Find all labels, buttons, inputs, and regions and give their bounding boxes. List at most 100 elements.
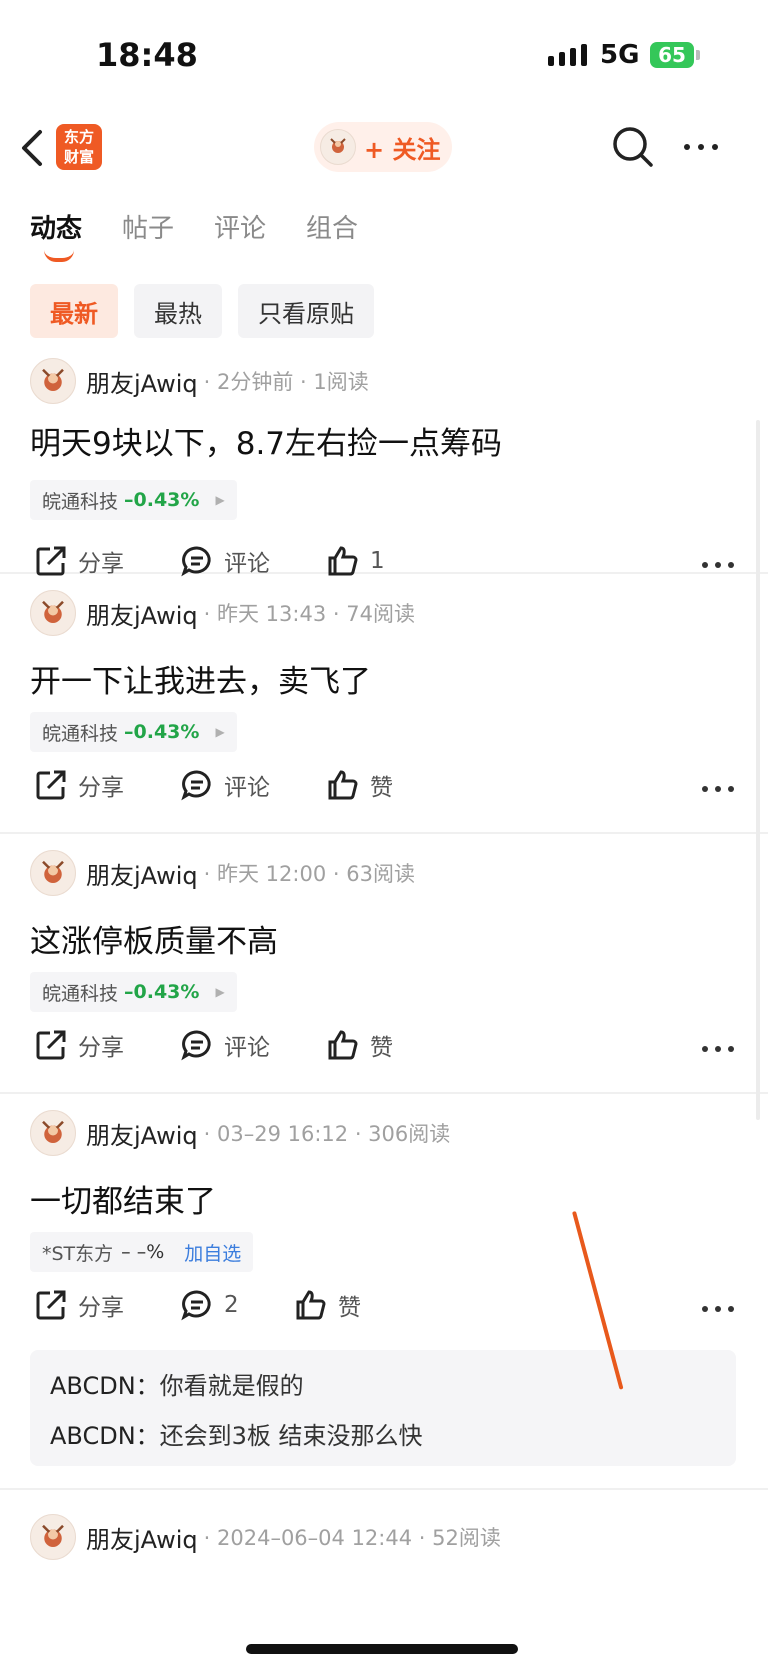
share-icon bbox=[36, 1030, 66, 1060]
author-name[interactable]: 朋友jAwiq bbox=[86, 596, 198, 631]
like-button[interactable]: 赞 bbox=[326, 1028, 393, 1062]
home-indicator[interactable] bbox=[246, 1644, 518, 1654]
share-icon bbox=[36, 546, 66, 576]
tab-label: 动态 bbox=[30, 214, 83, 244]
share-button[interactable]: 分享 bbox=[34, 768, 124, 802]
post-meta: · 昨天 13:43 · 74阅读 bbox=[203, 602, 415, 626]
top-nav: 东方 财富 + 关注 bbox=[0, 110, 768, 190]
post-item[interactable]: 朋友jAwiq · 昨天 12:00 · 63阅读 这涨停板质量不高 皖通科技 … bbox=[0, 834, 768, 1094]
tab-bar: 动态 帖子 评论 组合 bbox=[30, 208, 358, 262]
add-watchlist-button[interactable]: 加自选 bbox=[184, 1239, 241, 1266]
tab-portfolio[interactable]: 组合 bbox=[306, 208, 358, 245]
tab-posts[interactable]: 帖子 bbox=[122, 208, 174, 245]
filter-original-only[interactable]: 只看原贴 bbox=[238, 284, 374, 338]
reply-item[interactable]: ABCDN：你看就是假的 bbox=[50, 1366, 304, 1401]
post-text[interactable]: 这涨停板质量不高 bbox=[30, 916, 278, 961]
share-button[interactable]: 分享 bbox=[34, 1288, 124, 1322]
share-icon bbox=[36, 1290, 66, 1320]
more-icon[interactable] bbox=[702, 786, 734, 792]
reply-user: ABCDN： bbox=[50, 1372, 160, 1400]
share-label: 分享 bbox=[78, 1035, 124, 1061]
post-item[interactable]: 朋友jAwiq · 2分钟前 · 1阅读 明天9块以下，8.7左右捡一点筹码 皖… bbox=[0, 352, 768, 577]
avatar bbox=[320, 129, 356, 165]
like-label: 赞 bbox=[370, 775, 393, 801]
stock-change: – –% bbox=[121, 1241, 165, 1263]
stock-tag[interactable]: 皖通科技 –0.43% ▶ bbox=[30, 972, 237, 1012]
filter-bar: 最新 最热 只看原贴 bbox=[30, 284, 374, 338]
status-time: 18:48 bbox=[96, 36, 198, 74]
tab-dynamic[interactable]: 动态 bbox=[30, 208, 83, 262]
like-button[interactable]: 赞 bbox=[326, 768, 393, 802]
thumbs-up-icon bbox=[328, 1030, 358, 1060]
thumbs-up-icon bbox=[328, 546, 358, 576]
share-button[interactable]: 分享 bbox=[34, 544, 124, 578]
like-label: 赞 bbox=[338, 1295, 361, 1321]
reply-item[interactable]: ABCDN：还会到3板 结束没那么快 bbox=[50, 1416, 423, 1451]
post-actions: 分享 2 赞 bbox=[34, 1288, 734, 1332]
more-icon[interactable] bbox=[684, 144, 718, 150]
reply-preview[interactable]: ABCDN：你看就是假的 ABCDN：还会到3板 结束没那么快 bbox=[30, 1350, 736, 1466]
follow-button[interactable]: + 关注 bbox=[314, 122, 452, 172]
post-text[interactable]: 开一下让我进去，卖飞了 bbox=[30, 656, 371, 701]
filter-latest[interactable]: 最新 bbox=[30, 284, 118, 338]
avatar[interactable] bbox=[30, 358, 76, 404]
like-label: 赞 bbox=[370, 1035, 393, 1061]
app-logo[interactable]: 东方 财富 bbox=[56, 124, 102, 170]
post-meta: · 2分钟前 · 1阅读 bbox=[203, 370, 369, 394]
comment-button[interactable]: 评论 bbox=[180, 544, 270, 578]
post-actions: 分享 评论 赞 bbox=[34, 768, 734, 812]
post-header: 朋友jAwiq · 昨天 12:00 · 63阅读 bbox=[30, 850, 415, 896]
like-button[interactable]: 1 bbox=[326, 544, 385, 578]
comment-icon bbox=[181, 546, 211, 577]
status-bar: 18:48 5G 65 bbox=[0, 0, 768, 110]
battery-icon: 65 bbox=[650, 42, 694, 68]
post-actions: 分享 评论 赞 bbox=[34, 1028, 734, 1072]
stock-change: –0.43% bbox=[124, 489, 200, 511]
stock-tag[interactable]: *ST东方 – –% 加自选 bbox=[30, 1232, 254, 1272]
post-text[interactable]: 明天9块以下，8.7左右捡一点筹码 bbox=[30, 418, 502, 463]
reply-user: ABCDN： bbox=[50, 1422, 160, 1450]
comment-icon bbox=[181, 1290, 211, 1321]
post-item[interactable]: 朋友jAwiq · 昨天 13:43 · 74阅读 开一下让我进去，卖飞了 皖通… bbox=[0, 574, 768, 834]
post-meta: · 2024–06–04 12:44 · 52阅读 bbox=[203, 1526, 501, 1550]
author-name[interactable]: 朋友jAwiq bbox=[86, 364, 198, 399]
more-icon[interactable] bbox=[702, 562, 734, 568]
reply-text: 你看就是假的 bbox=[159, 1372, 304, 1400]
author-name[interactable]: 朋友jAwiq bbox=[86, 856, 198, 891]
back-icon[interactable] bbox=[18, 126, 46, 174]
tab-comments[interactable]: 评论 bbox=[214, 208, 266, 245]
scrollbar[interactable] bbox=[756, 420, 760, 1120]
signal-icon bbox=[548, 44, 587, 66]
reply-text: 还会到3板 结束没那么快 bbox=[159, 1422, 423, 1450]
comment-label: 评论 bbox=[224, 775, 270, 801]
stock-tag[interactable]: 皖通科技 –0.43% ▶ bbox=[30, 712, 237, 752]
comment-button[interactable]: 2 bbox=[180, 1288, 239, 1322]
comment-label: 评论 bbox=[224, 1035, 270, 1061]
play-arrow-icon: ▶ bbox=[215, 725, 225, 739]
search-icon[interactable] bbox=[610, 124, 656, 174]
post-text[interactable]: 一切都结束了 bbox=[30, 1176, 216, 1221]
comment-label: 评论 bbox=[224, 551, 270, 577]
author-name[interactable]: 朋友jAwiq bbox=[86, 1116, 198, 1151]
like-button[interactable]: 赞 bbox=[294, 1288, 361, 1322]
post-item[interactable]: 朋友jAwiq · 2024–06–04 12:44 · 52阅读 bbox=[0, 1490, 768, 1580]
author-name[interactable]: 朋友jAwiq bbox=[86, 1520, 198, 1555]
comment-button[interactable]: 评论 bbox=[180, 768, 270, 802]
post-header: 朋友jAwiq · 2分钟前 · 1阅读 bbox=[30, 358, 369, 404]
stock-tag[interactable]: 皖通科技 –0.43% ▶ bbox=[30, 480, 237, 520]
comment-button[interactable]: 评论 bbox=[180, 1028, 270, 1062]
avatar[interactable] bbox=[30, 1514, 76, 1560]
avatar[interactable] bbox=[30, 1110, 76, 1156]
share-button[interactable]: 分享 bbox=[34, 1028, 124, 1062]
share-label: 分享 bbox=[78, 551, 124, 577]
thumbs-up-icon bbox=[296, 1290, 326, 1320]
more-icon[interactable] bbox=[702, 1046, 734, 1052]
avatar[interactable] bbox=[30, 850, 76, 896]
avatar[interactable] bbox=[30, 590, 76, 636]
post-header: 朋友jAwiq · 昨天 13:43 · 74阅读 bbox=[30, 590, 415, 636]
more-icon[interactable] bbox=[702, 1306, 734, 1312]
logo-line2: 财富 bbox=[63, 148, 94, 166]
post-meta: · 昨天 12:00 · 63阅读 bbox=[203, 862, 415, 886]
filter-hottest[interactable]: 最热 bbox=[134, 284, 222, 338]
like-count: 1 bbox=[370, 548, 385, 574]
